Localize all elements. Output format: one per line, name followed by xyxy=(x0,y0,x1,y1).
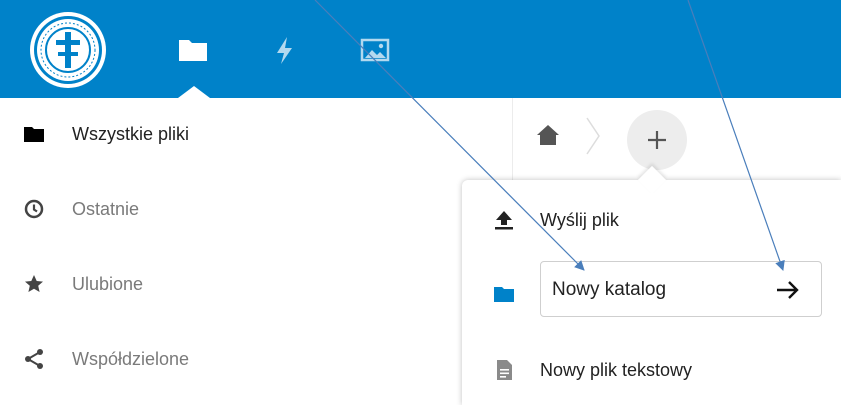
sidebar-item-label: Współdzielone xyxy=(72,348,190,369)
star-icon xyxy=(25,275,43,292)
sidebar-item-label: Ulubione xyxy=(72,273,144,294)
sidebar-navigation: Wszystkie pliki Ostatnie Ulubione Współd… xyxy=(0,98,512,405)
lightning-icon[interactable] xyxy=(266,32,302,68)
menu-item-new-text-file[interactable]: Nowy plik tekstowy xyxy=(462,350,841,390)
sidebar-item-shared[interactable]: Współdzielone xyxy=(0,339,512,379)
new-file-button[interactable] xyxy=(627,110,687,170)
arrow-right-icon[interactable] xyxy=(773,275,803,305)
university-seal-logo[interactable] xyxy=(28,10,108,90)
sidebar-item-recent[interactable]: Ostatnie xyxy=(0,189,512,229)
menu-item-upload-file[interactable]: Wyślij plik xyxy=(462,200,841,240)
active-app-indicator xyxy=(178,86,210,98)
share-icon xyxy=(25,349,43,369)
sidebar-item-favorites[interactable]: Ulubione xyxy=(0,264,512,304)
image-icon[interactable] xyxy=(357,32,393,68)
folder-icon[interactable] xyxy=(175,32,211,68)
folder-icon xyxy=(24,127,44,142)
home-icon[interactable] xyxy=(535,122,561,148)
sidebar-item-label: Ostatnie xyxy=(72,198,140,219)
new-folder-name-value: Nowy katalog xyxy=(552,279,667,300)
new-folder-name-input[interactable]: Nowy katalog xyxy=(540,261,822,317)
breadcrumb-separator xyxy=(586,117,600,155)
sidebar-item-label: Wszystkie pliki xyxy=(72,123,190,144)
sidebar-item-all-files[interactable]: Wszystkie pliki xyxy=(0,114,512,154)
text-file-icon xyxy=(497,360,512,380)
menu-item-label: Nowy plik tekstowy xyxy=(540,360,693,380)
folder-icon xyxy=(494,287,514,302)
plus-icon xyxy=(648,131,666,149)
menu-item-label: Wyślij plik xyxy=(540,210,619,230)
upload-icon xyxy=(495,211,513,230)
app-header xyxy=(0,0,841,98)
clock-icon xyxy=(24,199,44,219)
